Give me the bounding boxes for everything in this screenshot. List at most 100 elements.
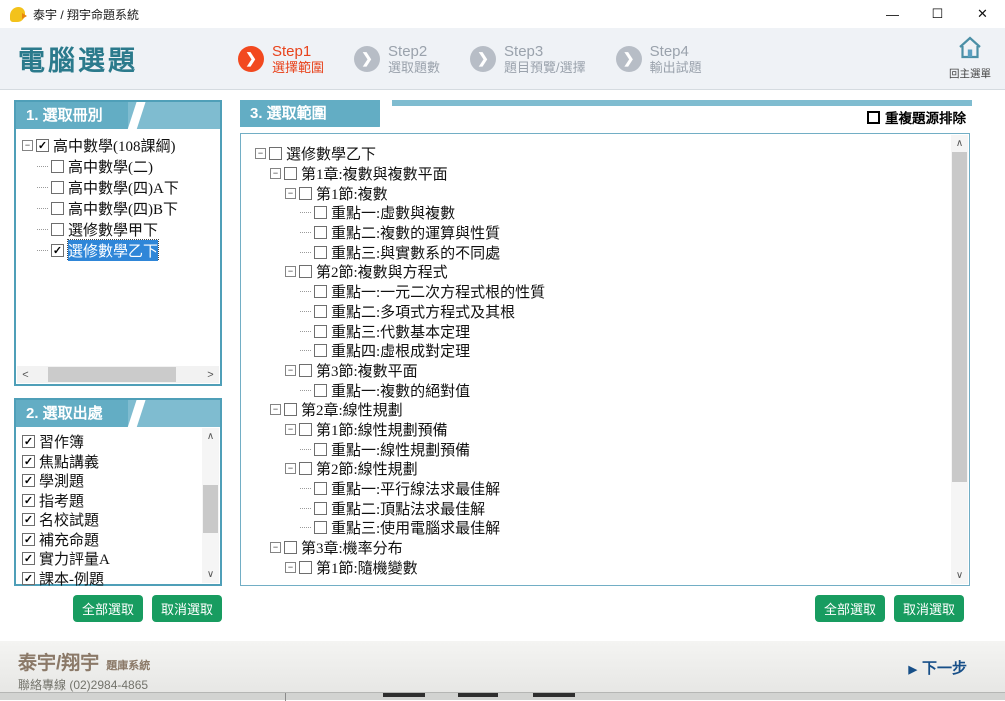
collapse-icon[interactable]: − bbox=[270, 542, 281, 553]
tree-row[interactable]: 重點一:虛數與複數 bbox=[253, 203, 949, 223]
range-select-all-button[interactable]: 全部選取 bbox=[815, 595, 885, 622]
source-item[interactable]: ✓指考題 bbox=[22, 491, 200, 511]
tree-row[interactable]: 重點一:一元二次方程式根的性質 bbox=[253, 282, 949, 302]
checkbox[interactable] bbox=[314, 226, 327, 239]
scroll-up-icon[interactable]: ∧ bbox=[202, 428, 219, 445]
source-item[interactable]: ✓實力評量A bbox=[22, 549, 200, 569]
checkbox[interactable] bbox=[284, 167, 297, 180]
checkbox[interactable] bbox=[314, 521, 327, 534]
collapse-icon[interactable]: − bbox=[255, 148, 266, 159]
checkbox[interactable]: ✓ bbox=[22, 513, 35, 526]
tree-row[interactable]: 重點一:平行線法求最佳解 bbox=[253, 479, 949, 499]
tree-row[interactable]: 高中數學(四)A下 bbox=[20, 177, 218, 198]
checkbox[interactable]: ✓ bbox=[22, 435, 35, 448]
step-2[interactable]: ❯Step2選取題數 bbox=[354, 43, 440, 75]
step-4[interactable]: ❯Step4輸出試題 bbox=[616, 43, 702, 75]
tree-row[interactable]: 重點一:複數的絕對值 bbox=[253, 380, 949, 400]
close-icon[interactable]: ✕ bbox=[960, 6, 1005, 22]
checkbox[interactable] bbox=[314, 384, 327, 397]
range-deselect-button[interactable]: 取消選取 bbox=[894, 595, 964, 622]
minimize-icon[interactable]: — bbox=[870, 7, 915, 22]
tree-row[interactable]: −第1節:線性規劃預備 bbox=[253, 420, 949, 440]
tree-row[interactable]: ✓選修數學乙下 bbox=[20, 240, 218, 261]
tree-row[interactable]: −第2節:線性規劃 bbox=[253, 459, 949, 479]
panel2-vertical-scrollbar[interactable]: ∧ ∨ bbox=[202, 428, 219, 583]
scroll-thumb[interactable] bbox=[203, 485, 218, 533]
checkbox[interactable] bbox=[314, 344, 327, 357]
tree-row[interactable]: −選修數學乙下 bbox=[253, 144, 949, 164]
scroll-down-icon[interactable]: ∨ bbox=[951, 567, 968, 584]
source-item[interactable]: ✓習作簿 bbox=[22, 432, 200, 452]
maximize-icon[interactable]: ☐ bbox=[915, 6, 960, 22]
collapse-icon[interactable]: − bbox=[285, 188, 296, 199]
tree-row[interactable]: −第1節:複數 bbox=[253, 183, 949, 203]
checkbox[interactable] bbox=[314, 246, 327, 259]
collapse-icon[interactable]: − bbox=[285, 424, 296, 435]
collapse-icon[interactable]: − bbox=[270, 404, 281, 415]
collapse-icon[interactable]: − bbox=[270, 168, 281, 179]
collapse-icon[interactable]: − bbox=[285, 463, 296, 474]
tree-row[interactable]: 重點四:虛根成對定理 bbox=[253, 341, 949, 361]
source-deselect-button[interactable]: 取消選取 bbox=[152, 595, 222, 622]
tree-row[interactable]: −第3章:機率分布 bbox=[253, 538, 949, 558]
checkbox[interactable] bbox=[299, 265, 312, 278]
tree-row[interactable]: 重點二:複數的運算與性質 bbox=[253, 223, 949, 243]
scroll-thumb[interactable] bbox=[48, 367, 176, 382]
scroll-track[interactable] bbox=[202, 445, 219, 566]
collapse-icon[interactable]: − bbox=[285, 365, 296, 376]
tree-row[interactable]: 重點二:多項式方程式及其根 bbox=[253, 302, 949, 322]
checkbox[interactable]: ✓ bbox=[22, 474, 35, 487]
checkbox[interactable] bbox=[269, 147, 282, 160]
checkbox[interactable]: ✓ bbox=[36, 139, 49, 152]
source-item[interactable]: ✓補充命題 bbox=[22, 530, 200, 550]
tree-row[interactable]: 選修數學甲下 bbox=[20, 219, 218, 240]
tree-row[interactable]: 重點三:代數基本定理 bbox=[253, 321, 949, 341]
source-item[interactable]: ✓焦點講義 bbox=[22, 452, 200, 472]
collapse-icon[interactable]: − bbox=[22, 140, 33, 151]
checkbox[interactable] bbox=[314, 285, 327, 298]
tree-row[interactable]: 重點三:與實數系的不同處 bbox=[253, 242, 949, 262]
checkbox[interactable]: ✓ bbox=[22, 552, 35, 565]
checkbox[interactable] bbox=[299, 187, 312, 200]
source-item[interactable]: ✓名校試題 bbox=[22, 510, 200, 530]
scroll-track[interactable] bbox=[34, 366, 202, 383]
next-step-button[interactable]: ▶下一步 bbox=[909, 657, 967, 678]
checkbox[interactable] bbox=[51, 202, 64, 215]
checkbox[interactable] bbox=[314, 325, 327, 338]
checkbox[interactable] bbox=[51, 181, 64, 194]
panel1-horizontal-scrollbar[interactable]: < > bbox=[17, 366, 219, 383]
source-item[interactable]: ✓課本-例題 bbox=[22, 569, 200, 589]
tree-row[interactable]: −第3節:複數平面 bbox=[253, 361, 949, 381]
panel3-vertical-scrollbar[interactable]: ∧ ∨ bbox=[951, 135, 968, 584]
scroll-track[interactable] bbox=[951, 152, 968, 567]
checkbox[interactable] bbox=[51, 160, 64, 173]
checkbox[interactable] bbox=[299, 364, 312, 377]
scroll-down-icon[interactable]: ∨ bbox=[202, 566, 219, 583]
checkbox[interactable] bbox=[314, 443, 327, 456]
checkbox[interactable] bbox=[299, 561, 312, 574]
checkbox[interactable] bbox=[314, 482, 327, 495]
checkbox[interactable] bbox=[314, 502, 327, 515]
dedupe-checkbox[interactable] bbox=[867, 111, 880, 124]
home-button[interactable]: 回主選單 bbox=[949, 36, 991, 81]
checkbox[interactable]: ✓ bbox=[22, 572, 35, 585]
tree-row[interactable]: −第1節:隨機變數 bbox=[253, 557, 949, 577]
collapse-icon[interactable]: − bbox=[285, 562, 296, 573]
source-item[interactable]: ✓學測題 bbox=[22, 471, 200, 491]
tree-row[interactable]: 重點二:頂點法求最佳解 bbox=[253, 498, 949, 518]
checkbox[interactable]: ✓ bbox=[22, 533, 35, 546]
source-select-all-button[interactable]: 全部選取 bbox=[73, 595, 143, 622]
tree-row[interactable]: −第2章:線性規劃 bbox=[253, 400, 949, 420]
scroll-thumb[interactable] bbox=[952, 152, 967, 482]
scroll-up-icon[interactable]: ∧ bbox=[951, 135, 968, 152]
tree-row[interactable]: 重點三:使用電腦求最佳解 bbox=[253, 518, 949, 538]
scroll-right-icon[interactable]: > bbox=[202, 366, 219, 383]
checkbox[interactable] bbox=[299, 423, 312, 436]
tree-row[interactable]: −第1章:複數與複數平面 bbox=[253, 164, 949, 184]
tree-row[interactable]: 高中數學(四)B下 bbox=[20, 198, 218, 219]
checkbox[interactable] bbox=[299, 462, 312, 475]
collapse-icon[interactable]: − bbox=[285, 266, 296, 277]
checkbox[interactable] bbox=[314, 305, 327, 318]
step-3[interactable]: ❯Step3題目預覽/選擇 bbox=[470, 43, 586, 75]
tree-row[interactable]: 高中數學(二) bbox=[20, 156, 218, 177]
